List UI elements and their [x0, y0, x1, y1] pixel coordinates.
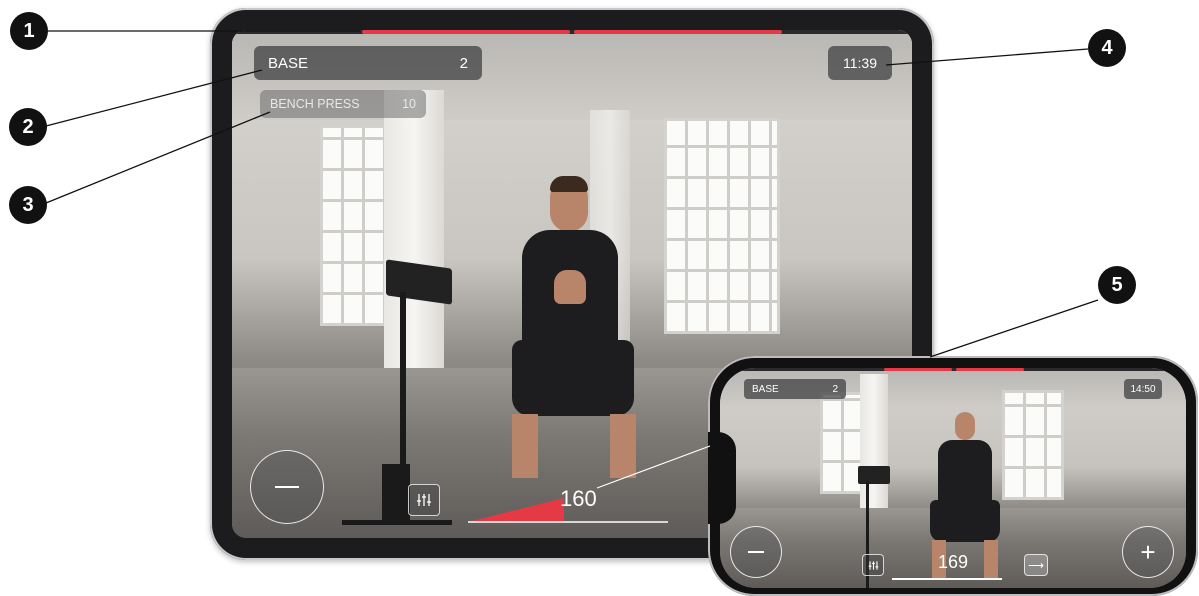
phone-notch [708, 432, 736, 524]
exercise-count: 10 [402, 97, 416, 111]
phone-intensity-track [892, 578, 1002, 580]
exercise-name: BENCH PRESS [270, 97, 360, 111]
program-pill[interactable]: BASE 2 [254, 46, 482, 80]
set-progress-segment-2 [574, 30, 782, 34]
phone-progress-segment-1 [884, 368, 952, 371]
sliders-icon [417, 494, 431, 506]
phone-timer-pill: 14:50 [1124, 379, 1162, 399]
scene-window-right [664, 118, 780, 334]
callout-3: 3 [9, 186, 47, 224]
phone-settings-button[interactable] [862, 554, 884, 576]
intensity-value: 160 [560, 486, 597, 511]
phone-increase-button[interactable]: + [1122, 526, 1174, 578]
callout-2: 2 [9, 108, 47, 146]
plus-icon: + [1140, 537, 1156, 567]
scene-window-left [320, 125, 388, 326]
minus-icon [275, 486, 299, 488]
trainer-hands [554, 270, 586, 304]
phone-program-count: 2 [832, 383, 838, 395]
callout-4: 4 [1088, 29, 1126, 67]
phone-screen: BASE 2 14:50 + ⟶ 169 [720, 368, 1186, 588]
callout-1: 1 [10, 12, 48, 50]
set-progress-track [232, 30, 912, 34]
trainer-leg-right [610, 414, 636, 478]
timer-value: 11:39 [843, 55, 877, 71]
trainer-shorts [512, 340, 634, 416]
phone-program-pill[interactable]: BASE 2 [744, 379, 846, 399]
phone-stand-screen [858, 466, 890, 484]
phone-trainer-shorts [930, 500, 1000, 542]
tablet-stand-base [382, 464, 410, 524]
scene-pillar [384, 90, 444, 382]
arrow-right-icon: ⟶ [1028, 559, 1044, 572]
phone-progress-track [720, 368, 1186, 371]
phone-program-name: BASE [752, 383, 779, 395]
settings-button[interactable] [408, 484, 440, 516]
decrease-intensity-button[interactable] [250, 450, 324, 524]
set-progress-segment-1 [362, 30, 570, 34]
phone-trainer-head [955, 412, 975, 440]
tablet-stand-foot [342, 520, 452, 525]
phone-trainer-torso [938, 440, 992, 506]
trainer-leg-left [512, 414, 538, 478]
callout-5: 5 [1098, 266, 1136, 304]
phone-timer-value: 14:50 [1130, 383, 1156, 395]
phone-window-right [1002, 390, 1064, 500]
phone-pillar [860, 374, 888, 524]
phone-progress-segment-2 [956, 368, 1024, 371]
phone-minus-icon [748, 551, 764, 553]
trainer-hair [550, 176, 588, 192]
phone-next-button[interactable]: ⟶ [1024, 554, 1048, 576]
program-count: 2 [459, 54, 468, 72]
phone-trainer-leg-right [984, 540, 998, 580]
phone-sliders-icon [868, 560, 878, 570]
exercise-pill[interactable]: BENCH PRESS 10 [260, 90, 426, 118]
program-name: BASE [268, 54, 309, 72]
timer-pill: 11:39 [828, 46, 892, 80]
phone-intensity-value: 169 [938, 552, 969, 572]
phone-decrease-button[interactable] [730, 526, 782, 578]
